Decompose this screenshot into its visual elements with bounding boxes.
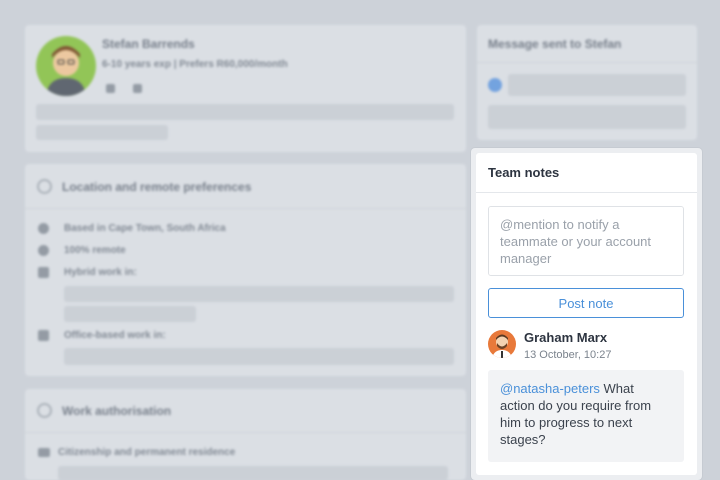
candidate-avatar xyxy=(36,36,96,96)
placeholder-line xyxy=(488,105,686,129)
placeholder-line xyxy=(36,125,168,140)
note-author: Graham Marx xyxy=(524,330,608,345)
post-note-button[interactable]: Post note xyxy=(488,288,684,318)
note-input[interactable] xyxy=(488,206,684,276)
divider xyxy=(25,208,466,209)
candidate-name: Stefan Barrends xyxy=(102,37,195,51)
placeholder-line xyxy=(508,74,686,96)
message-card-title: Message sent to Stefan xyxy=(488,37,622,51)
location-item: 100% remote xyxy=(64,245,126,256)
note-body: @natasha-peters What action do you requi… xyxy=(488,370,684,462)
placeholder-line xyxy=(64,348,454,365)
location-item: Based in Cape Town, South Africa xyxy=(64,223,226,234)
globe-icon xyxy=(38,245,49,256)
author-avatar xyxy=(488,330,516,358)
github-icon xyxy=(133,84,142,93)
note-timestamp: 13 October, 10:27 xyxy=(524,349,612,361)
candidate-meta: 6-10 years exp | Prefers R60,000/month xyxy=(102,59,288,70)
authorisation-section-icon xyxy=(37,403,52,418)
divider xyxy=(25,432,466,433)
location-card-title: Location and remote preferences xyxy=(62,180,252,194)
building-icon xyxy=(38,330,49,341)
linkedin-icon xyxy=(106,84,115,93)
divider xyxy=(477,62,697,63)
placeholder-line xyxy=(64,286,454,302)
note-mention-link[interactable]: @natasha-peters xyxy=(500,381,600,396)
status-dot-icon xyxy=(488,78,502,92)
authorisation-item: Citizenship and permanent residence xyxy=(58,447,236,458)
pin-icon xyxy=(38,223,49,234)
laptop-icon xyxy=(38,267,49,278)
placeholder-line xyxy=(64,306,196,322)
placeholder-line xyxy=(36,104,454,120)
authorisation-card-title: Work authorisation xyxy=(62,404,172,418)
location-item: Hybrid work in: xyxy=(64,267,137,278)
location-item: Office-based work in: xyxy=(64,330,166,341)
divider xyxy=(476,192,697,193)
passport-icon xyxy=(38,448,50,457)
location-section-icon xyxy=(37,179,52,194)
team-notes-title: Team notes xyxy=(488,165,560,180)
placeholder-line xyxy=(58,466,448,480)
